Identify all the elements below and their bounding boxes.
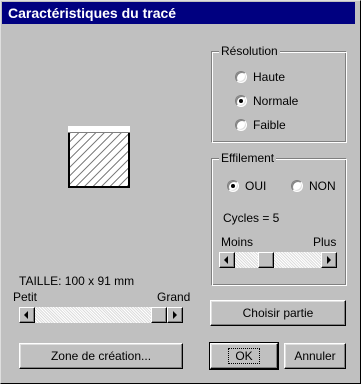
radio-effilement-oui[interactable]: OUI xyxy=(227,178,266,194)
scroll-left-arrow-icon[interactable] xyxy=(219,252,235,268)
radio-button[interactable] xyxy=(291,180,303,192)
choose-part-button[interactable]: Choisir partie xyxy=(210,300,346,326)
ok-button[interactable]: OK xyxy=(209,342,279,370)
dialog-window: Caractéristiques du tracé Résolution Hau… xyxy=(0,0,361,384)
creation-zone-button[interactable]: Zone de création... xyxy=(19,343,183,369)
radio-button[interactable] xyxy=(235,95,247,107)
effilement-min-label: Moins xyxy=(221,235,254,249)
size-max-label: Grand xyxy=(157,290,191,304)
radio-button[interactable] xyxy=(235,71,247,83)
size-slider[interactable] xyxy=(19,307,183,323)
radio-label: Normale xyxy=(253,94,299,108)
effilement-slider[interactable] xyxy=(219,252,337,268)
ok-button-label: OK xyxy=(228,348,260,364)
cycles-label: Cycles = 5 xyxy=(223,211,280,225)
dialog-title: Caractéristiques du tracé xyxy=(2,2,355,24)
radio-button[interactable] xyxy=(235,119,247,131)
slider-thumb[interactable] xyxy=(258,252,274,268)
radio-resolution-normale[interactable]: Normale xyxy=(235,93,298,109)
scroll-left-arrow-icon[interactable] xyxy=(19,307,35,323)
scroll-right-arrow-icon[interactable] xyxy=(321,252,337,268)
size-min-label: Petit xyxy=(13,290,38,304)
cancel-button[interactable]: Annuler xyxy=(284,343,346,369)
effilement-group-label: Effilement xyxy=(219,151,277,165)
effilement-max-label: Plus xyxy=(313,235,337,249)
radio-resolution-haute[interactable]: Haute xyxy=(235,69,285,85)
radio-effilement-non[interactable]: NON xyxy=(291,178,336,194)
radio-label: NON xyxy=(309,179,336,193)
radio-label: Faible xyxy=(253,118,286,132)
pattern-preview xyxy=(68,126,130,188)
radio-label: OUI xyxy=(245,179,267,193)
scroll-right-arrow-icon[interactable] xyxy=(167,307,183,323)
radio-resolution-faible[interactable]: Faible xyxy=(235,117,286,133)
slider-thumb[interactable] xyxy=(151,307,167,323)
size-label: TAILLE: 100 x 91 mm xyxy=(19,274,135,288)
resolution-group-label: Résolution xyxy=(219,44,280,58)
radio-button[interactable] xyxy=(227,180,239,192)
radio-label: Haute xyxy=(253,70,286,84)
